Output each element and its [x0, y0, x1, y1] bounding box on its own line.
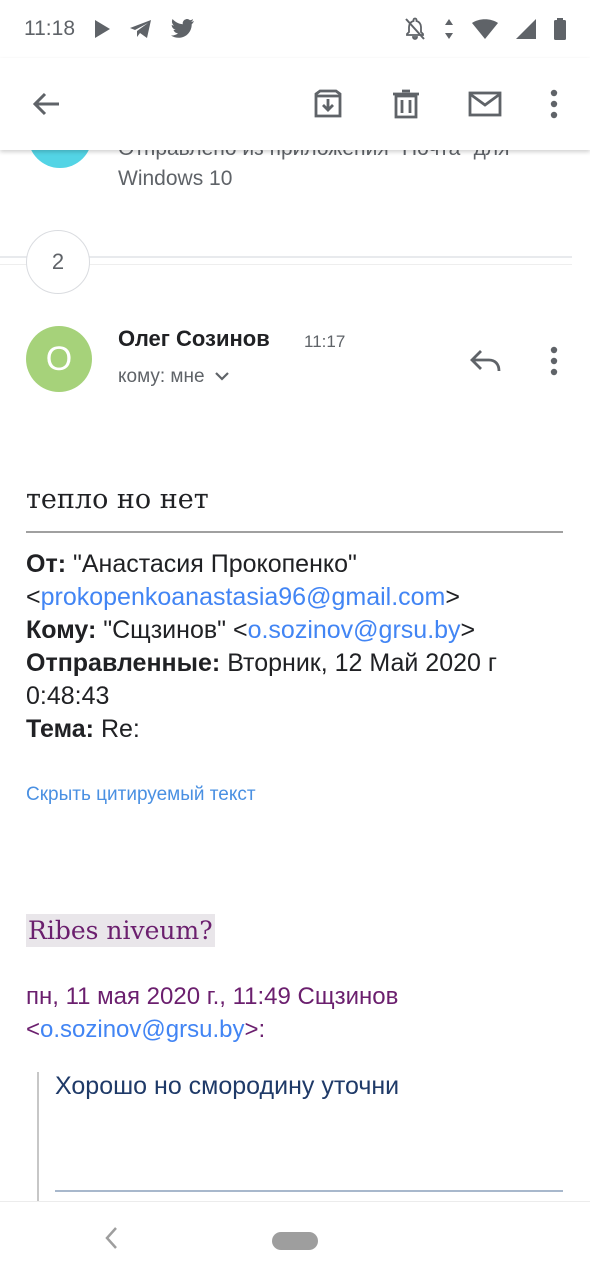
quoted-attribution: пн, 11 мая 2020 г., 11:49 Сщзинов <o.sozi… — [26, 983, 399, 1043]
back-arrow-icon — [32, 92, 59, 116]
twitter-icon — [171, 19, 194, 38]
quote-bar — [37, 1072, 39, 1202]
reply-icon — [470, 350, 501, 372]
chevron-down-icon — [214, 372, 229, 381]
archive-button[interactable] — [302, 78, 354, 130]
more-vert-icon — [550, 89, 558, 119]
do-not-disturb-bell-icon — [405, 17, 425, 40]
status-bar: 11:18 — [0, 0, 590, 58]
cell-signal-icon — [516, 19, 536, 39]
avatar[interactable]: О — [26, 326, 92, 392]
to-email-link[interactable]: o.sozinov@grsu.by — [248, 616, 461, 644]
status-time: 11:18 — [24, 17, 75, 40]
delete-button[interactable] — [380, 78, 432, 130]
separator — [26, 531, 563, 533]
home-pill[interactable] — [272, 1232, 318, 1250]
quoted-question: Ribes niveum? — [26, 914, 215, 947]
sender-name: Олег Созинов — [118, 326, 270, 351]
message-more-button[interactable] — [534, 338, 574, 384]
wifi-icon — [472, 19, 498, 39]
more-vert-icon — [550, 346, 558, 376]
battery-icon — [554, 18, 566, 40]
system-nav-bar — [0, 1201, 590, 1280]
mark-unread-button[interactable] — [458, 78, 512, 130]
quoted-email-link[interactable]: o.sozinov@grsu.by — [40, 1016, 244, 1043]
previous-message-avatar — [28, 150, 92, 168]
back-button[interactable] — [20, 78, 72, 130]
toolbar — [0, 58, 590, 150]
message-body: тепло но нет — [26, 484, 209, 515]
mail-icon — [468, 91, 502, 117]
chevron-left-icon — [105, 1227, 117, 1249]
hide-quoted-text-link[interactable]: Скрыть цитируемый текст — [26, 784, 256, 806]
message-time: 11:17 — [304, 332, 346, 351]
delete-icon — [393, 89, 419, 119]
more-options-button[interactable] — [534, 78, 574, 130]
from-email-link[interactable]: prokopenkoanastasia96@gmail.com — [41, 583, 446, 611]
forwarded-headers: От: "Анастасия Прокопенко" <prokopenkoana… — [26, 550, 497, 743]
recipient-label: кому: мне — [118, 366, 205, 387]
previous-message-snippet[interactable]: Отправлено из приложения "Почта" для Win… — [118, 150, 510, 194]
quoted-text: Хорошо но смородину уточни — [55, 1072, 400, 1100]
nav-back-button[interactable] — [104, 1224, 118, 1258]
archive-icon — [314, 89, 342, 118]
message-thread: Отправлено из приложения "Почта" для Win… — [0, 150, 590, 1202]
quoted-separator — [55, 1190, 563, 1192]
data-arrows-icon — [445, 19, 453, 39]
collapsed-messages-count[interactable]: 2 — [26, 230, 90, 294]
reply-button[interactable] — [462, 338, 508, 384]
play-store-icon — [95, 20, 110, 38]
recipient-details-toggle[interactable]: кому: мне — [118, 366, 229, 388]
telegram-icon — [130, 20, 151, 38]
